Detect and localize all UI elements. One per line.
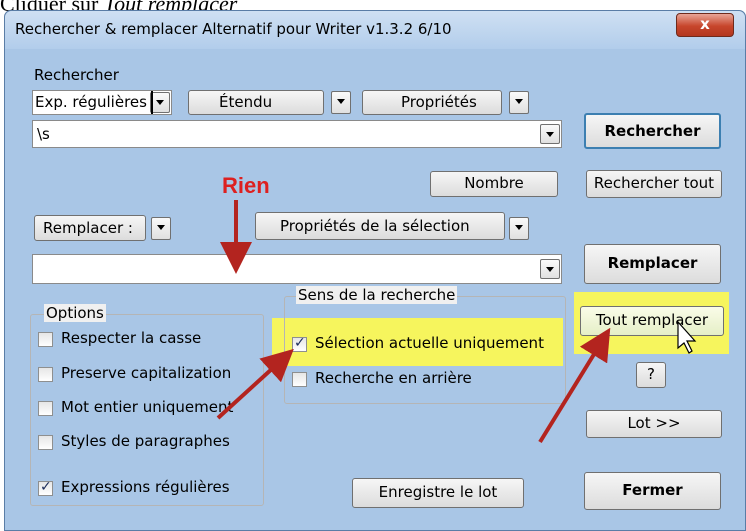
annotation-arrow-selection (216, 348, 294, 420)
mouse-pointer-icon (677, 320, 697, 354)
annotation-arrow-replace-all (538, 327, 611, 444)
annotation-overlay (216, 200, 697, 444)
